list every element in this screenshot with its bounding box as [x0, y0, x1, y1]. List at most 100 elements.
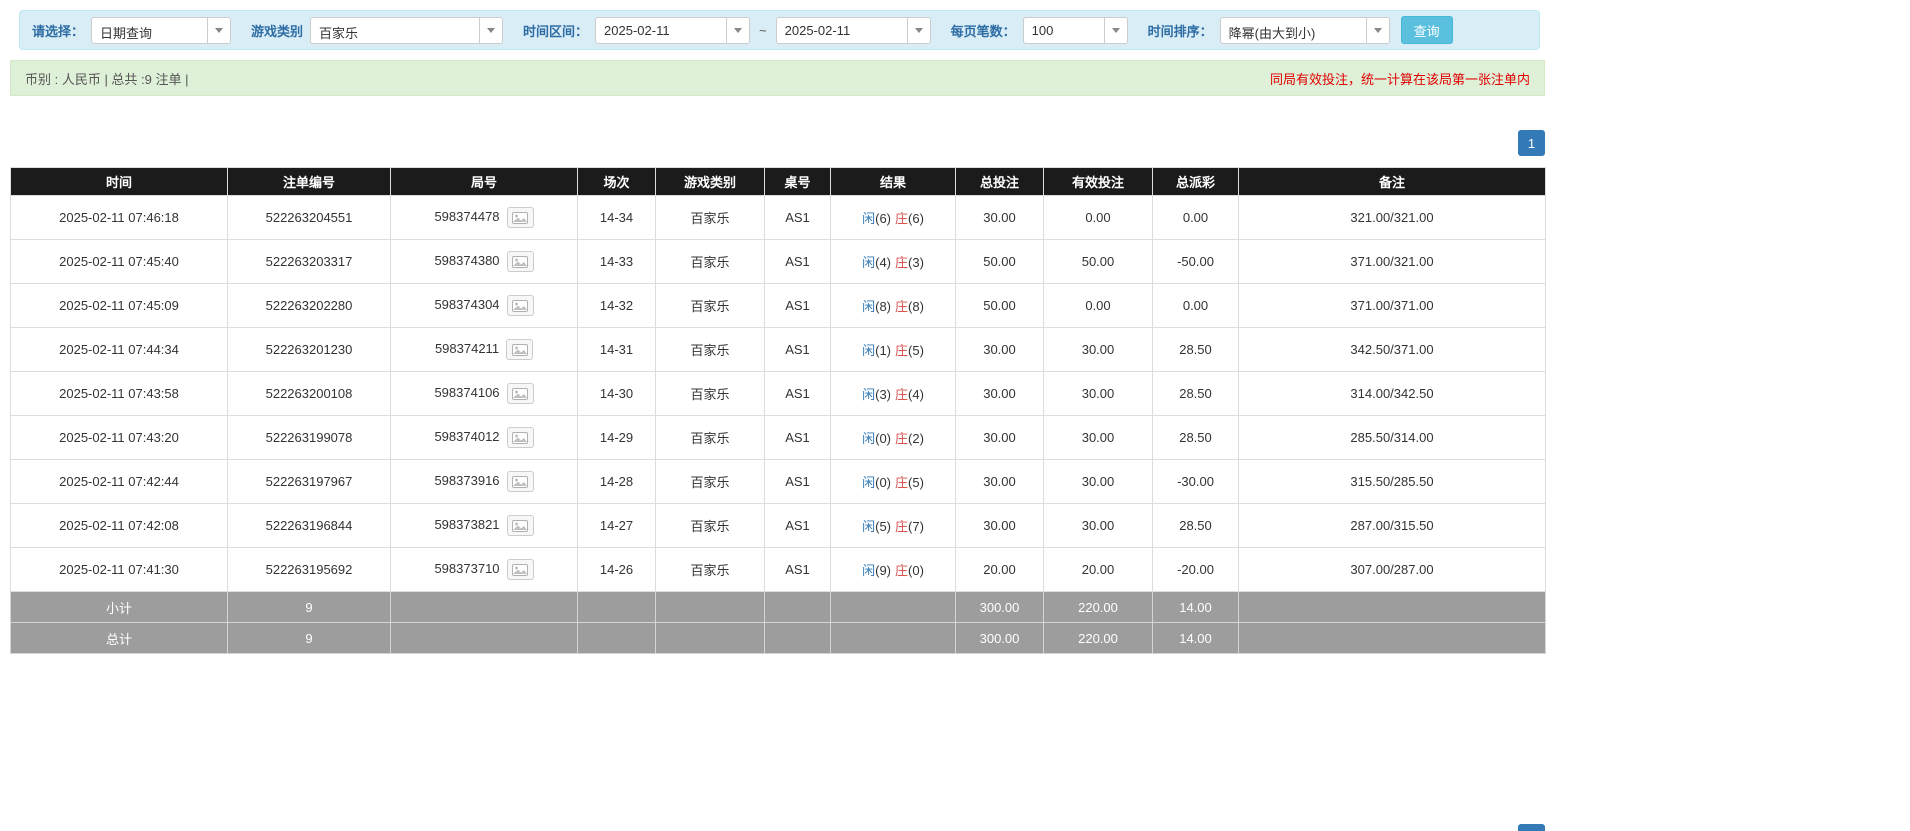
time-range-label: 时间区间：	[523, 23, 589, 39]
cell-payout: -30.00	[1152, 459, 1239, 504]
cell-total-bet[interactable]: 50.00	[955, 239, 1044, 284]
cell-table-no: AS1	[764, 371, 831, 416]
banker-score: (3)	[908, 255, 924, 270]
player-result: 闲	[862, 519, 876, 534]
cell-remark: 315.50/285.50	[1238, 459, 1546, 504]
cell-payout: 28.50	[1152, 327, 1239, 372]
bet-records-table: 时间 注单编号 局号 场次 游戏类别 桌号 结果 总投注 有效投注 总派彩 备注…	[10, 167, 1546, 654]
cell-time: 2025-02-11 07:42:44	[10, 459, 228, 504]
cell-table-no: AS1	[764, 547, 831, 592]
cell-round-id: 598374478	[390, 195, 578, 240]
subtotal-valid-bet: 220.00	[1043, 591, 1153, 623]
cell-result: 闲(6) 庄(6)	[830, 195, 956, 240]
player-score: (5)	[875, 519, 891, 534]
banker-score: (0)	[908, 563, 924, 578]
date-to-select[interactable]: 2025-02-11	[775, 16, 931, 44]
page-button-1[interactable]: 1	[1518, 130, 1545, 156]
cell-payout: 0.00	[1152, 195, 1239, 240]
view-cards-button[interactable]	[506, 251, 534, 272]
cell-total-bet[interactable]: 30.00	[955, 371, 1044, 416]
cell-total-bet[interactable]: 30.00	[955, 459, 1044, 504]
cell-total-bet[interactable]: 30.00	[955, 327, 1044, 372]
view-cards-button[interactable]	[506, 207, 534, 228]
player-result: 闲	[862, 299, 876, 314]
cell-bet-id: 522263196844	[227, 503, 391, 548]
cell-round-id: 598374012	[390, 415, 578, 460]
cell-payout: -20.00	[1152, 547, 1239, 592]
date-from-select[interactable]: 2025-02-11	[595, 16, 751, 44]
game-category-dropdown-button[interactable]	[479, 17, 503, 43]
cell-total-bet[interactable]: 30.00	[955, 195, 1044, 240]
player-result: 闲	[862, 343, 876, 358]
cell-bet-id: 522263199078	[227, 415, 391, 460]
game-category-select[interactable]: 百家乐	[310, 16, 504, 44]
cell-total-bet[interactable]: 30.00	[955, 503, 1044, 548]
banker-result: 庄	[895, 519, 909, 534]
table-row: 2025-02-11 07:44:34 522263201230 5983742…	[10, 327, 1546, 372]
date-from-value: 2025-02-11	[604, 22, 670, 38]
banker-score: (6)	[908, 211, 924, 226]
table-row: 2025-02-11 07:45:40 522263203317 5983743…	[10, 239, 1546, 284]
page-button-1-bottom[interactable]: 1	[1518, 824, 1545, 831]
round-id-value: 598374211	[434, 340, 500, 356]
cell-total-bet[interactable]: 50.00	[955, 283, 1044, 328]
total-total-bet: 300.00	[955, 622, 1044, 654]
cell-game: 百家乐	[655, 283, 765, 328]
view-cards-button[interactable]	[506, 295, 534, 316]
player-score: (8)	[875, 299, 891, 314]
cell-table-no: AS1	[764, 503, 831, 548]
page: 请选择： 日期查询 游戏类别 百家乐 时间区间： 2025-02-11 ~ 20…	[0, 10, 1910, 831]
page-size-select[interactable]: 100	[1022, 16, 1128, 44]
cell-payout: 28.50	[1152, 371, 1239, 416]
view-cards-button[interactable]	[506, 471, 534, 492]
cell-remark: 342.50/371.00	[1238, 327, 1546, 372]
cell-result: 闲(8) 庄(8)	[830, 283, 956, 328]
total-count: 9	[227, 622, 391, 654]
cell-time: 2025-02-11 07:43:20	[10, 415, 228, 460]
subtotal-total-bet: 300.00	[955, 591, 1044, 623]
cell-total-bet[interactable]: 20.00	[955, 547, 1044, 592]
cell-game: 百家乐	[655, 195, 765, 240]
round-id-value: 598373916	[434, 472, 500, 488]
page-size-dropdown-button[interactable]	[1103, 17, 1127, 43]
query-type-select[interactable]: 日期查询	[91, 16, 232, 44]
date-to-value: 2025-02-11	[784, 22, 851, 38]
sort-order-dropdown-button[interactable]	[1365, 17, 1389, 43]
cards-icon	[512, 431, 529, 444]
subtotal-row: 小计 9 300.00 220.00 14.00	[10, 591, 1546, 623]
cell-table-no: AS1	[764, 239, 831, 284]
table-row: 2025-02-11 07:41:30 522263195692 5983737…	[10, 547, 1546, 592]
cell-bet-id: 522263200108	[227, 371, 391, 416]
view-cards-button[interactable]	[506, 383, 534, 404]
cards-icon	[511, 343, 528, 356]
cell-valid-bet: 0.00	[1043, 283, 1153, 328]
view-cards-button[interactable]	[506, 427, 534, 448]
cell-game: 百家乐	[655, 459, 765, 504]
cell-table-no: AS1	[764, 195, 831, 240]
query-type-dropdown-button[interactable]	[207, 17, 231, 43]
banker-score: (5)	[908, 475, 924, 490]
cell-total-bet[interactable]: 30.00	[955, 415, 1044, 460]
view-cards-button[interactable]	[506, 515, 534, 536]
column-header-total-bet: 总投注	[955, 167, 1044, 196]
cell-valid-bet: 30.00	[1043, 371, 1153, 416]
date-to-dropdown-button[interactable]	[906, 17, 930, 43]
search-button[interactable]: 查询	[1400, 16, 1453, 44]
player-result: 闲	[862, 255, 876, 270]
cell-result: 闲(4) 庄(3)	[830, 239, 956, 284]
player-result: 闲	[862, 431, 876, 446]
cell-valid-bet: 30.00	[1043, 327, 1153, 372]
cell-time: 2025-02-11 07:43:58	[10, 371, 228, 416]
cell-table-no: AS1	[764, 283, 831, 328]
cell-table-no: AS1	[764, 459, 831, 504]
sort-order-select[interactable]: 降幂(由大到小)	[1219, 16, 1390, 44]
view-cards-button[interactable]	[506, 559, 534, 580]
banker-result: 庄	[895, 387, 909, 402]
round-id-value: 598374304	[434, 296, 500, 312]
column-header-time: 时间	[10, 167, 228, 196]
banker-result: 庄	[895, 211, 909, 226]
view-cards-button[interactable]	[506, 339, 534, 360]
date-from-dropdown-button[interactable]	[726, 17, 750, 43]
cell-round-id: 598374211	[390, 327, 578, 372]
column-header-payout: 总派彩	[1152, 167, 1239, 196]
